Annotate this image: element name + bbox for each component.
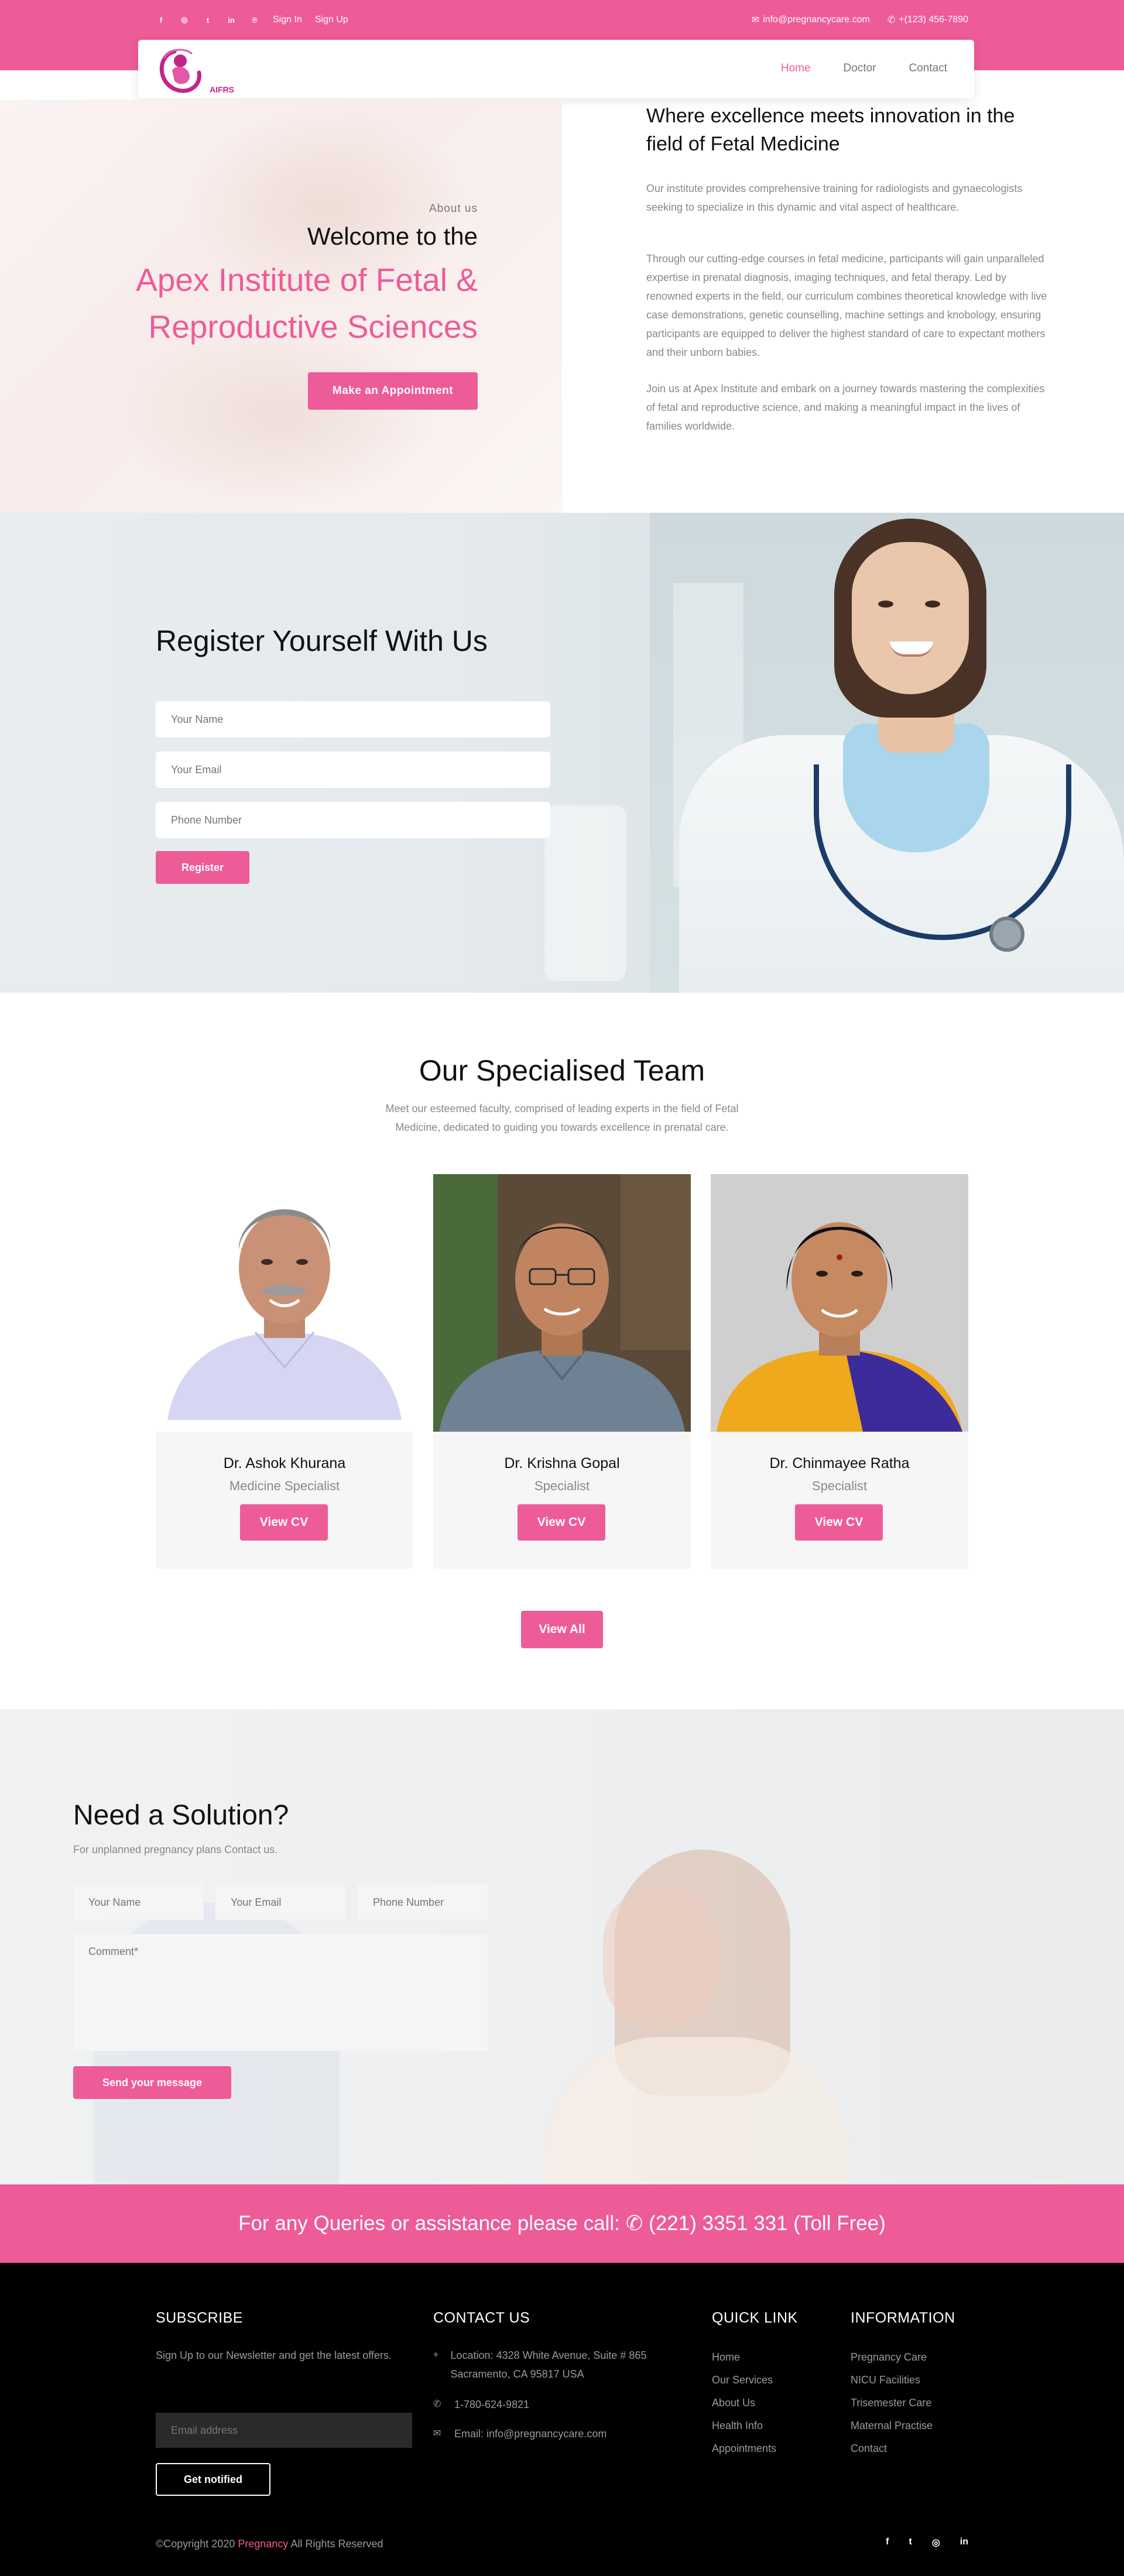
doctor-role: Specialist: [534, 1479, 590, 1493]
footer-link-about[interactable]: About Us: [712, 2392, 776, 2414]
team-card: Dr. Krishna Gopal Specialist View CV: [433, 1174, 691, 1569]
pinterest-icon[interactable]: ℗: [249, 15, 260, 25]
team-card: Dr. Chinmayee Ratha Specialist View CV: [711, 1174, 968, 1569]
footer-email[interactable]: Email: info@pregnancycare.com: [454, 2424, 606, 2443]
phone-icon: ✆: [887, 15, 896, 25]
get-notified-button[interactable]: Get notified: [156, 2463, 270, 2496]
nav-contact[interactable]: Contact: [909, 62, 947, 75]
team-subtitle: Meet our esteemed faculty, comprised of …: [385, 1103, 739, 1133]
footer-link-pregnancy-care[interactable]: Pregnancy Care: [851, 2346, 933, 2369]
about-welcome: Welcome to the: [307, 222, 478, 250]
view-cv-button[interactable]: View CV: [795, 1504, 883, 1541]
about-heading: Where excellence meets innovation in the…: [646, 105, 1015, 155]
view-all-button[interactable]: View All: [521, 1611, 603, 1648]
register-section: Register Yourself With Us Register: [0, 513, 1124, 993]
about-paragraph-1: Our institute provides comprehensive tra…: [646, 183, 1023, 213]
doctor-name: Dr. Ashok Khurana: [223, 1455, 346, 1471]
logo[interactable]: AIFRS: [151, 43, 251, 97]
footer-subscribe-heading: SUBSCRIBE: [156, 2310, 243, 2326]
sign-up-link[interactable]: Sign Up: [315, 15, 348, 25]
twitter-icon[interactable]: t: [909, 2537, 911, 2548]
footer-contact-heading: CONTACT US: [433, 2310, 530, 2326]
footer-link-nicu[interactable]: NICU Facilities: [851, 2369, 933, 2392]
team-card: Dr. Ashok Khurana Medicine Specialist Vi…: [156, 1174, 413, 1569]
register-phone-input[interactable]: [156, 802, 550, 838]
doctor-name: Dr. Krishna Gopal: [504, 1455, 620, 1471]
call-bar-text: For any Queries or assistance please cal…: [238, 2212, 620, 2235]
about-paragraph-2: Through our cutting-edge courses in feta…: [646, 253, 1047, 358]
footer-subscribe-text: Sign Up to our Newsletter and get the la…: [156, 2349, 392, 2361]
solution-email-input[interactable]: [215, 1885, 345, 1920]
phone-icon: ✆: [433, 2399, 441, 2409]
doctor-role: Medicine Specialist: [229, 1479, 340, 1493]
footer-link-appointments[interactable]: Appointments: [712, 2437, 776, 2460]
register-name-input[interactable]: [156, 701, 550, 738]
doctor-avatar: [711, 1174, 968, 1432]
footer-quicklink-heading: QUICK LINK: [712, 2310, 798, 2326]
phone-icon: ✆: [625, 2212, 643, 2235]
send-message-button[interactable]: Send your message: [73, 2066, 231, 2099]
team-section: Our Specialised Team Meet our esteemed f…: [0, 993, 1124, 1709]
about-paragraph-3: Join us at Apex Institute and embark on …: [646, 383, 1045, 432]
doctor-role: Specialist: [811, 1479, 868, 1493]
nav-doctor[interactable]: Doctor: [844, 62, 876, 75]
doctor-avatar: [156, 1174, 413, 1432]
footer: SUBSCRIBE Sign Up to our Newsletter and …: [0, 2263, 1124, 2576]
sign-in-link[interactable]: Sign In: [273, 15, 302, 25]
twitter-icon[interactable]: t: [203, 15, 213, 25]
location-icon: ⌖: [433, 2350, 439, 2360]
envelope-icon: ✉: [751, 15, 760, 25]
copyright-prefix: ©Copyright 2020: [156, 2538, 235, 2550]
solution-section: Need a Solution? For unplanned pregnancy…: [0, 1709, 1124, 2184]
call-bar: For any Queries or assistance please cal…: [0, 2184, 1124, 2263]
envelope-icon: ✉: [433, 2428, 441, 2438]
footer-link-services[interactable]: Our Services: [712, 2369, 776, 2392]
doctor-avatar: [433, 1174, 691, 1432]
team-title: Our Specialised Team: [419, 1054, 705, 1087]
doctor-name: Dr. Chinmayee Ratha: [769, 1455, 910, 1471]
linkedin-icon[interactable]: in: [226, 15, 237, 25]
footer-link-home[interactable]: Home: [712, 2346, 776, 2369]
footer-link-health-info[interactable]: Health Info: [712, 2414, 776, 2437]
copyright-suffix: All Rights Reserved: [290, 2538, 383, 2550]
register-title: Register Yourself With Us: [156, 625, 488, 657]
register-email-input[interactable]: [156, 752, 550, 788]
footer-link-maternal[interactable]: Maternal Practise: [851, 2414, 933, 2437]
copyright-brand[interactable]: Pregnancy: [238, 2538, 288, 2550]
call-bar-phone[interactable]: (221) 3351 331 (Toll Free): [649, 2212, 886, 2235]
newsletter-email-input[interactable]: [156, 2413, 412, 2448]
instagram-icon[interactable]: ◎: [932, 2537, 940, 2548]
logo-text: AIFRS: [210, 85, 234, 94]
solution-name-input[interactable]: [73, 1885, 203, 1920]
footer-link-contact[interactable]: Contact: [851, 2437, 933, 2460]
footer-phone[interactable]: 1-780-624-9821: [454, 2395, 529, 2414]
register-button[interactable]: Register: [156, 851, 249, 884]
topbar-phone[interactable]: +(123) 456-7890: [899, 15, 968, 25]
make-appointment-button[interactable]: Make an Appointment: [308, 372, 478, 410]
solution-title: Need a Solution?: [73, 1800, 289, 1831]
facebook-icon[interactable]: f: [886, 2537, 889, 2548]
footer-location: Location: 4328 White Avenue, Suite # 865…: [450, 2349, 647, 2380]
nav-home[interactable]: Home: [781, 62, 811, 75]
topbar-email[interactable]: info@pregnancycare.com: [763, 15, 870, 25]
facebook-icon[interactable]: f: [156, 15, 166, 25]
about-title: Apex Institute of Fetal & Reproductive S…: [136, 262, 478, 345]
instagram-icon[interactable]: ◎: [179, 15, 190, 25]
solution-phone-input[interactable]: [358, 1885, 488, 1920]
view-cv-button[interactable]: View CV: [240, 1504, 328, 1541]
footer-information-heading: INFORMATION: [851, 2310, 955, 2326]
about-section: About us Welcome to the Apex Institute o…: [0, 100, 1124, 513]
view-cv-button[interactable]: View CV: [518, 1504, 605, 1541]
solution-comment-textarea[interactable]: [73, 1934, 488, 2051]
linkedin-icon[interactable]: in: [960, 2537, 968, 2548]
footer-link-trisemester[interactable]: Trisemester Care: [851, 2392, 933, 2414]
solution-subtitle: For unplanned pregnancy plans Contact us…: [73, 1844, 278, 1855]
main-navigation: AIFRS Home Doctor Contact: [138, 40, 974, 98]
copyright: ©Copyright 2020 Pregnancy All Rights Res…: [156, 2538, 383, 2550]
about-eyebrow: About us: [429, 203, 478, 215]
